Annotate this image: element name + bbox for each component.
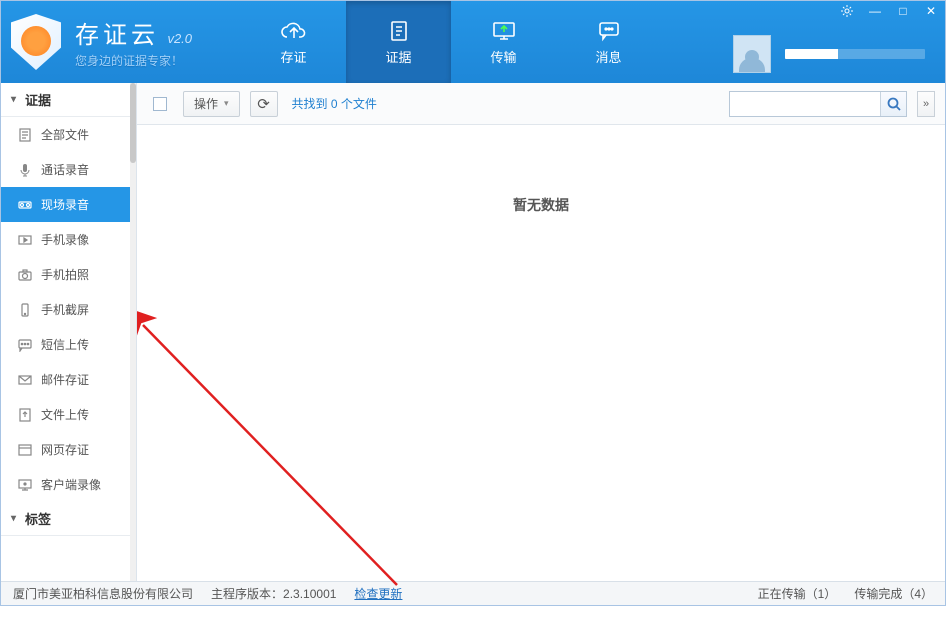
nav-tabs: 存证 证据 传输 消息 bbox=[241, 1, 661, 83]
operate-button[interactable]: 操作 bbox=[183, 91, 240, 117]
nav-tab-label: 证据 bbox=[385, 47, 411, 66]
nav-tab-message[interactable]: 消息 bbox=[556, 1, 661, 83]
sidebar-item-label: 邮件存证 bbox=[41, 371, 89, 388]
sidebar-section-title: 证据 bbox=[25, 90, 51, 109]
company-name: 厦门市美亚柏科信息股份有限公司 bbox=[13, 585, 193, 602]
maximize-button[interactable]: □ bbox=[889, 1, 917, 21]
sidebar-item-label: 全部文件 bbox=[41, 126, 89, 143]
close-button[interactable]: ✕ bbox=[917, 1, 945, 21]
operate-label: 操作 bbox=[194, 95, 218, 112]
sidebar-item-video[interactable]: 手机录像 bbox=[1, 222, 136, 257]
monitor-icon bbox=[17, 477, 33, 493]
sidebar-item-label: 手机拍照 bbox=[41, 266, 89, 283]
sidebar-item-label: 文件上传 bbox=[41, 406, 89, 423]
cloud-upload-icon bbox=[280, 19, 308, 43]
avatar[interactable] bbox=[733, 35, 771, 73]
sidebar-item-file[interactable]: 全部文件 bbox=[1, 117, 136, 152]
upload-icon bbox=[17, 407, 33, 423]
web-icon bbox=[17, 442, 33, 458]
check-update-link[interactable]: 检查更新 bbox=[354, 585, 402, 602]
version-info: 主程序版本：2.3.10001 bbox=[211, 585, 336, 602]
sidebar-section-tags[interactable]: 标签 bbox=[1, 502, 136, 536]
sidebar-item-recorder[interactable]: 现场录音 bbox=[1, 187, 136, 222]
sidebar-item-label: 网页存证 bbox=[41, 441, 89, 458]
transfer-icon bbox=[490, 19, 518, 43]
nav-tab-evidence[interactable]: 证据 bbox=[346, 1, 451, 83]
nav-tab-transfer[interactable]: 传输 bbox=[451, 1, 556, 83]
settings-button[interactable] bbox=[833, 1, 861, 21]
window-controls: — □ ✕ bbox=[833, 1, 945, 21]
sidebar-section-evidence[interactable]: 证据 bbox=[1, 83, 136, 117]
refresh-icon: ⟳ bbox=[257, 95, 270, 113]
sidebar: 证据 全部文件通话录音现场录音手机录像手机拍照手机截屏短信上传邮件存证文件上传网… bbox=[1, 83, 137, 581]
statusbar: 厦门市美亚柏科信息股份有限公司 主程序版本：2.3.10001 检查更新 正在传… bbox=[1, 581, 945, 605]
app-logo-icon bbox=[11, 14, 67, 70]
sidebar-item-upload[interactable]: 文件上传 bbox=[1, 397, 136, 432]
file-count-text: 共找到 0 个文件 bbox=[292, 95, 377, 112]
app-slogan: 您身边的证据专家！ bbox=[75, 52, 192, 69]
sidebar-item-label: 手机录像 bbox=[41, 231, 89, 248]
sidebar-item-phone[interactable]: 手机截屏 bbox=[1, 292, 136, 327]
search-icon bbox=[887, 97, 901, 111]
nav-tab-deposit[interactable]: 存证 bbox=[241, 1, 346, 83]
sidebar-item-camera[interactable]: 手机拍照 bbox=[1, 257, 136, 292]
expand-button[interactable]: » bbox=[917, 91, 935, 117]
mic-icon bbox=[17, 162, 33, 178]
nav-tab-label: 传输 bbox=[490, 47, 516, 66]
sidebar-item-sms[interactable]: 短信上传 bbox=[1, 327, 136, 362]
file-icon bbox=[17, 127, 33, 143]
titlebar: 存证云 v2.0 您身边的证据专家！ 存证 证据 传输 bbox=[1, 1, 945, 83]
refresh-button[interactable]: ⟳ bbox=[250, 91, 278, 117]
sidebar-item-monitor[interactable]: 客户端录像 bbox=[1, 467, 136, 502]
nav-tab-label: 消息 bbox=[595, 47, 621, 66]
sidebar-item-web[interactable]: 网页存证 bbox=[1, 432, 136, 467]
sidebar-scrollbar[interactable] bbox=[130, 83, 136, 581]
logo-area: 存证云 v2.0 您身边的证据专家！ bbox=[1, 14, 241, 70]
logo-text: 存证云 v2.0 您身边的证据专家！ bbox=[75, 15, 192, 69]
search-button[interactable] bbox=[880, 92, 906, 116]
user-area bbox=[733, 35, 925, 73]
minimize-button[interactable]: — bbox=[861, 1, 889, 21]
recorder-icon bbox=[17, 197, 33, 213]
storage-progress bbox=[785, 49, 925, 59]
sidebar-item-mic[interactable]: 通话录音 bbox=[1, 152, 136, 187]
main: 操作 ⟳ 共找到 0 个文件 » 暂无数据 bbox=[137, 83, 945, 581]
sidebar-item-label: 现场录音 bbox=[41, 196, 89, 213]
sidebar-item-label: 客户端录像 bbox=[41, 476, 101, 493]
video-icon bbox=[17, 232, 33, 248]
search-box bbox=[729, 91, 907, 117]
document-icon bbox=[385, 19, 413, 43]
mail-icon bbox=[17, 372, 33, 388]
camera-icon bbox=[17, 267, 33, 283]
transferring-status[interactable]: 正在传输（1） bbox=[758, 585, 837, 602]
sidebar-item-mail[interactable]: 邮件存证 bbox=[1, 362, 136, 397]
completed-status[interactable]: 传输完成（4） bbox=[854, 585, 933, 602]
search-input[interactable] bbox=[730, 92, 880, 116]
app-version: v2.0 bbox=[167, 31, 192, 46]
sms-icon bbox=[17, 337, 33, 353]
content-area: 暂无数据 bbox=[137, 125, 945, 581]
sidebar-item-label: 短信上传 bbox=[41, 336, 89, 353]
sidebar-item-label: 通话录音 bbox=[41, 161, 89, 178]
chat-icon bbox=[595, 19, 623, 43]
sidebar-section-title: 标签 bbox=[25, 509, 51, 528]
select-all-checkbox[interactable] bbox=[153, 97, 167, 111]
body: 证据 全部文件通话录音现场录音手机录像手机拍照手机截屏短信上传邮件存证文件上传网… bbox=[1, 83, 945, 581]
app-title: 存证云 bbox=[75, 22, 159, 49]
phone-icon bbox=[17, 302, 33, 318]
sidebar-item-label: 手机截屏 bbox=[41, 301, 89, 318]
empty-state-text: 暂无数据 bbox=[513, 195, 569, 215]
toolbar: 操作 ⟳ 共找到 0 个文件 » bbox=[137, 83, 945, 125]
nav-tab-label: 存证 bbox=[280, 47, 306, 66]
